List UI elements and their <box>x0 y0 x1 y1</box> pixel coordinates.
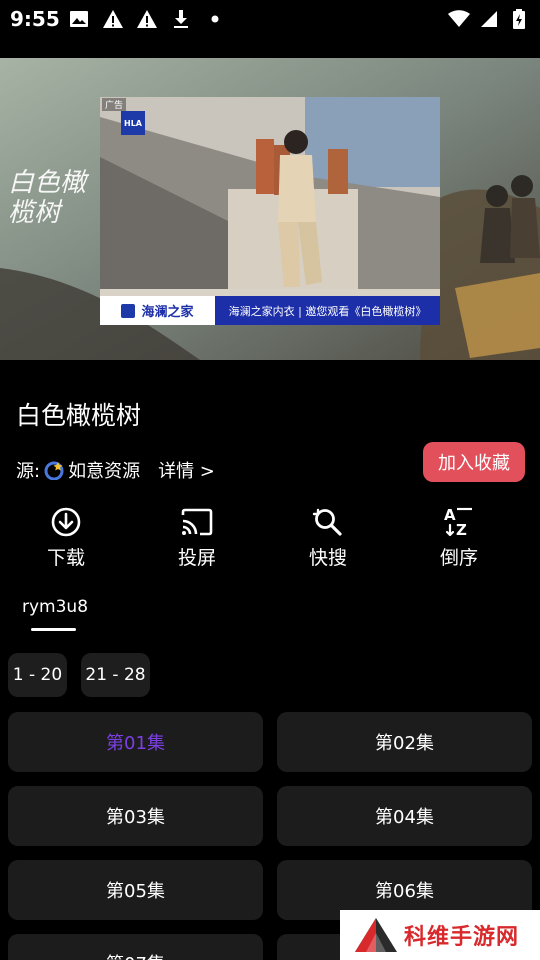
status-bar: 9:55 <box>0 0 540 38</box>
search-icon <box>311 505 345 539</box>
show-title: 白色橄榄树 <box>16 401 142 430</box>
source-name[interactable]: 如意资源 <box>68 457 140 483</box>
site-watermark: 科维手游网 <box>340 910 540 960</box>
download-icon <box>49 505 83 539</box>
sort-icon: AZ <box>442 505 476 539</box>
episode-button[interactable]: 第01集 <box>8 712 263 772</box>
reverse-order-label: 倒序 <box>439 547 478 569</box>
dot-icon <box>204 8 226 30</box>
ad-brand-logo: HLA <box>121 111 145 135</box>
ad-bottom-bar: 海澜之家 海澜之家内衣 | 邀您观看《白色橄榄树》 <box>100 296 440 325</box>
ad-slogan: 海澜之家内衣 | 邀您观看《白色橄榄树》 <box>215 296 440 325</box>
episode-button[interactable]: 第04集 <box>277 786 532 846</box>
battery-icon <box>508 8 530 30</box>
brand-mark-icon <box>121 303 136 318</box>
reverse-order-button[interactable]: AZ 倒序 <box>409 505 509 575</box>
watermark-logo-icon <box>355 918 397 952</box>
add-favorite-button[interactable]: 加入收藏 <box>423 442 525 482</box>
quick-search-label: 快搜 <box>308 547 347 569</box>
quick-search-button[interactable]: 快搜 <box>278 505 378 575</box>
details-link[interactable]: 详情 > <box>158 457 215 483</box>
dizzy-emoji-icon <box>44 460 64 481</box>
system-icons <box>448 8 530 30</box>
ad-photo: HLA <box>100 97 440 289</box>
cast-label: 投屏 <box>177 547 216 569</box>
download-icon <box>170 8 192 30</box>
episode-button[interactable]: 第05集 <box>8 860 263 920</box>
notification-icons <box>68 8 226 30</box>
ad-brand-name: 海澜之家 <box>141 305 194 320</box>
watermark-text: 科维手游网 <box>404 925 520 950</box>
episode-button[interactable]: 第03集 <box>8 786 263 846</box>
source-label: 源: <box>16 461 41 482</box>
wifi-icon <box>448 8 470 30</box>
status-time: 9:55 <box>10 7 60 31</box>
download-button[interactable]: 下载 <box>16 505 116 575</box>
source-tab-rym3u8[interactable]: rym3u8 <box>22 597 88 617</box>
source-tab-indicator <box>31 628 76 631</box>
video-player[interactable]: 白色橄榄树 HLA 广告 海澜之家 海澜之家内衣 | 邀您观看《白色橄榄树》 <box>0 58 540 360</box>
alert-icon <box>102 8 124 30</box>
signal-icon <box>478 8 500 30</box>
download-label: 下载 <box>46 547 85 569</box>
cast-icon <box>180 505 214 539</box>
range-chip-1-20[interactable]: 1 - 20 <box>8 653 67 697</box>
ad-brand: 海澜之家 <box>100 296 215 325</box>
range-chip-21-28[interactable]: 21 - 28 <box>81 653 150 697</box>
ad-banner[interactable]: HLA 广告 海澜之家 海澜之家内衣 | 邀您观看《白色橄榄树》 <box>100 97 440 325</box>
episode-button[interactable]: 第02集 <box>277 712 532 772</box>
svg-text:A: A <box>444 506 456 524</box>
svg-text:Z: Z <box>456 521 467 539</box>
action-row: 下载 投屏 快搜 AZ 倒序 <box>0 505 540 575</box>
cast-button[interactable]: 投屏 <box>147 505 247 575</box>
source-line: 源: 如意资源 详情 > <box>16 457 215 483</box>
title-art-logo: 白色橄榄树 <box>8 168 87 228</box>
episode-button[interactable]: 第07集 <box>8 934 263 960</box>
image-icon <box>68 8 90 30</box>
alert-icon <box>136 8 158 30</box>
ad-badge: 广告 <box>102 98 127 111</box>
